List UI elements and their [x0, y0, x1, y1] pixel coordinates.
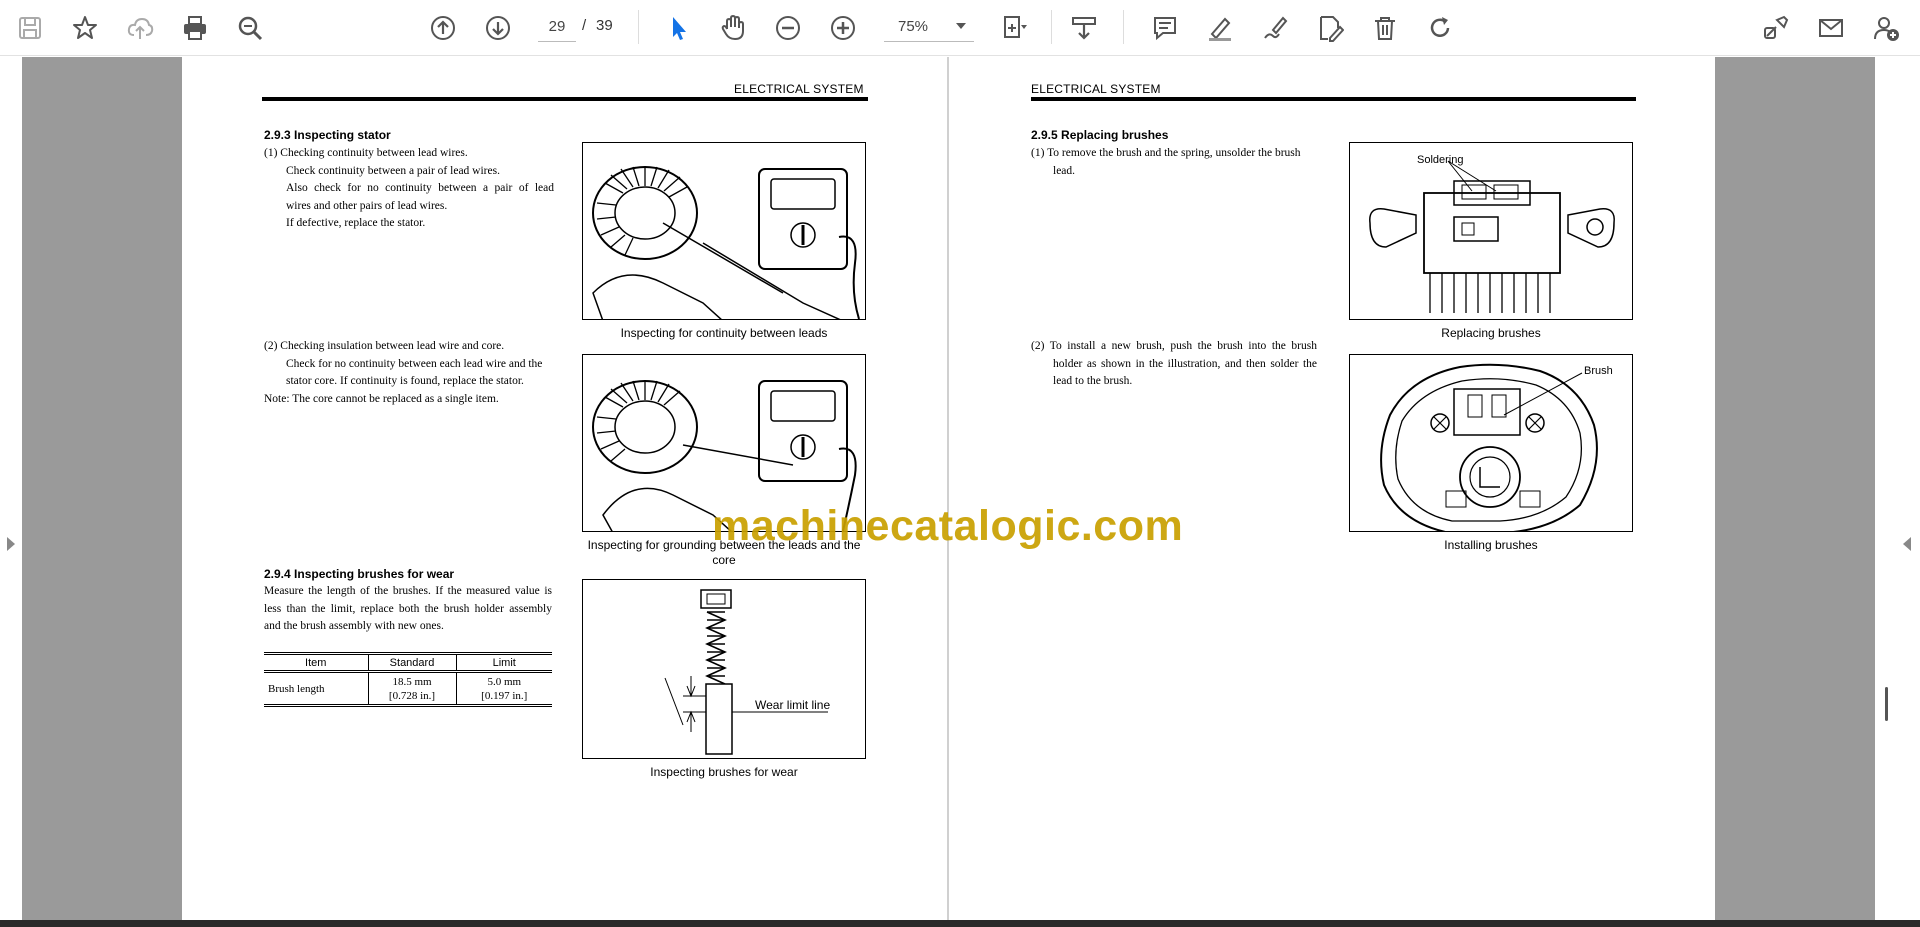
figure-continuity-test — [582, 142, 866, 320]
remove-brush-text: (1) To remove the brush and the spring, … — [1031, 147, 1301, 177]
document-viewer[interactable]: ELECTRICAL SYSTEM 2.9.3 Inspecting stato… — [0, 57, 1920, 920]
table-cell-item: Brush length — [264, 671, 369, 706]
comment-icon[interactable] — [1145, 8, 1185, 48]
zoom-in-icon[interactable] — [823, 8, 863, 48]
figure-brush-wear — [582, 579, 866, 759]
expand-right-panel-icon[interactable] — [1903, 537, 1911, 551]
hand-pan-icon[interactable] — [713, 8, 753, 48]
page-header: ELECTRICAL SYSTEM — [1031, 82, 1161, 96]
table-header: Item — [264, 653, 369, 673]
page-header: ELECTRICAL SYSTEM — [734, 82, 864, 96]
toolbar: / 39 75% — [0, 0, 1920, 56]
header-rule — [1031, 97, 1636, 101]
viewer-margin-right — [1715, 57, 1875, 920]
section-title-2-9-5: 2.9.5 Replacing brushes — [1031, 128, 1169, 142]
table-cell-limit: 5.0 mm [0.197 in.] — [455, 671, 552, 706]
toolbar-divider — [1051, 10, 1052, 44]
figure-caption: Replacing brushes — [1441, 326, 1541, 340]
download-icon[interactable] — [1064, 8, 1104, 48]
bookmark-star-icon[interactable] — [65, 8, 105, 48]
brush-wear-text: Measure the length of the brushes. If th… — [264, 585, 552, 632]
zoom-select[interactable]: 75% — [884, 12, 974, 42]
fit-page-icon[interactable] — [994, 8, 1034, 48]
install-brush-text: (2) To install a new brush, push the bru… — [1031, 340, 1317, 387]
figure-caption: Installing brushes — [1444, 538, 1538, 552]
table-cell-standard: 18.5 mm [0.728 in.] — [367, 671, 457, 706]
page-separator: / — [582, 17, 587, 34]
pdf-page-right: ELECTRICAL SYSTEM 2.9.5 Replacing brushe… — [949, 57, 1714, 920]
zoom-out-icon[interactable] — [768, 8, 808, 48]
page-number-input[interactable] — [538, 12, 576, 42]
share-link-icon[interactable] — [1756, 8, 1796, 48]
account-icon[interactable] — [1866, 8, 1906, 48]
section-title-2-9-3: 2.9.3 Inspecting stator — [264, 128, 391, 142]
section-title-2-9-4: 2.9.4 Inspecting brushes for wear — [264, 567, 455, 581]
bottom-bar — [0, 920, 1920, 927]
stator-continuity-text: (1) Checking continuity between lead wir… — [264, 147, 554, 229]
table-row: Brush length 18.5 mm [0.728 in.] 5.0 mm [0… — [264, 671, 552, 706]
toolbar-divider — [1123, 10, 1124, 44]
toolbar-divider — [638, 10, 639, 44]
stator-insulation-text: (2) Checking insulation between lead wir… — [264, 340, 543, 405]
page-up-icon[interactable] — [423, 8, 463, 48]
header-rule — [262, 97, 868, 101]
zoom-search-icon[interactable] — [230, 8, 270, 48]
viewer-margin-left — [22, 57, 182, 920]
page-down-icon[interactable] — [478, 8, 518, 48]
wear-limit-label: Wear limit line — [755, 698, 831, 712]
save-icon[interactable] — [10, 8, 50, 48]
brush-length-table: Item Standard Limit Brush length 18.5 mm… — [264, 652, 552, 707]
edit-pdf-icon[interactable] — [1310, 8, 1350, 48]
pdf-page-left: ELECTRICAL SYSTEM 2.9.3 Inspecting stato… — [183, 57, 947, 920]
table-header: Limit — [455, 653, 552, 673]
highlight-icon[interactable] — [1200, 8, 1240, 48]
expand-left-panel-icon[interactable] — [7, 537, 15, 551]
select-cursor-icon[interactable] — [658, 8, 698, 48]
zoom-value: 75% — [898, 18, 929, 35]
watermark: machinecatalogic.com — [712, 502, 1184, 550]
sign-icon[interactable] — [1255, 8, 1295, 48]
cloud-upload-icon[interactable] — [120, 8, 160, 48]
email-icon[interactable] — [1811, 8, 1851, 48]
figure-installing-brushes — [1349, 354, 1633, 532]
brush-label: Brush — [1584, 365, 1613, 377]
page-total: 39 — [596, 17, 613, 34]
chevron-down-icon — [956, 23, 966, 29]
figure-replacing-brushes — [1349, 142, 1633, 320]
delete-icon[interactable] — [1365, 8, 1405, 48]
soldering-label: Soldering — [1417, 154, 1464, 166]
figure-caption: Inspecting for continuity between leads — [620, 326, 828, 340]
print-icon[interactable] — [175, 8, 215, 48]
scrollbar-thumb[interactable] — [1885, 687, 1888, 721]
rotate-icon[interactable] — [1420, 8, 1460, 48]
table-header-row: Item Standard Limit — [264, 653, 552, 673]
table-header: Standard — [367, 653, 457, 673]
figure-caption: Inspecting brushes for wear — [650, 765, 798, 779]
